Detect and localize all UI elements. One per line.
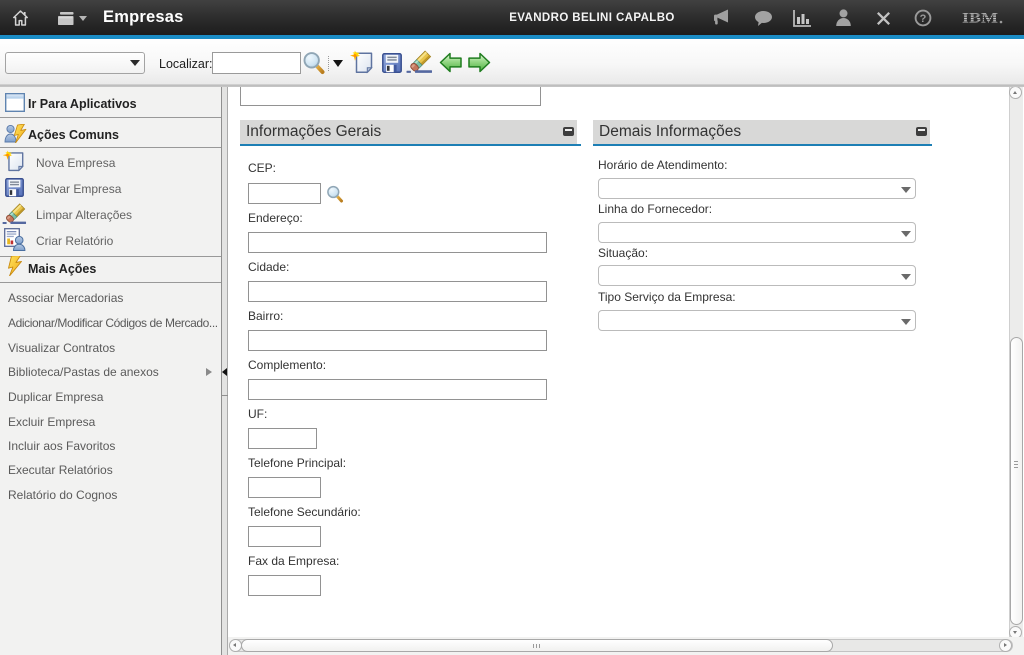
svg-text:IBM: IBM xyxy=(962,11,998,26)
svg-text:?: ? xyxy=(920,13,927,25)
